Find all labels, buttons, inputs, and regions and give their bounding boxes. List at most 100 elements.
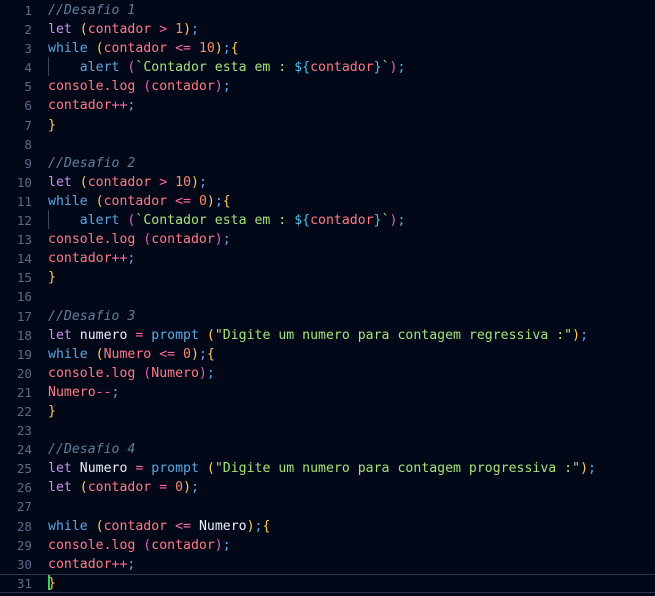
token-comment: //Desafio 3 (48, 308, 136, 324)
token-interp: } (373, 213, 382, 229)
code-line[interactable]: 11 while (contador <= 0);{ (0, 192, 655, 211)
token-num: 0 (175, 480, 184, 496)
token-punct: ; (222, 537, 231, 553)
code-line-content[interactable]: console.log (contador); (40, 536, 655, 555)
code-line[interactable]: 10 let (contador > 10); (0, 173, 655, 192)
code-line[interactable]: 17 //Desafio 3 (0, 307, 655, 326)
code-line[interactable]: 12 alert (`Contador esta em : ${contador… (0, 210, 655, 230)
token-prop: .log (103, 232, 136, 248)
code-line-content[interactable]: //Desafio 2 (40, 154, 655, 173)
code-line-content[interactable]: let Numero = prompt ("Digite um numero p… (40, 459, 655, 478)
line-number: 13 (16, 232, 32, 248)
code-line[interactable]: 4 alert (`Contador esta em : ${contador}… (0, 57, 655, 77)
code-line[interactable]: 5 console.log (contador); (0, 77, 655, 96)
token-punct: ; (222, 79, 231, 95)
code-line[interactable]: 9 //Desafio 2 (0, 154, 655, 173)
token-plain2: numero (79, 327, 128, 343)
token-op: ++ (111, 556, 128, 572)
token-punct: ; (127, 251, 136, 267)
token-interp: ${ (294, 60, 311, 76)
code-line[interactable]: 23 (0, 421, 655, 440)
code-editor[interactable]: 1//Desafio 1 2 let (contador > 1); 3 while (… (0, 0, 655, 596)
code-line[interactable]: 16 (0, 287, 655, 306)
token-keyword: let (48, 327, 72, 343)
code-line-content[interactable]: //Desafio 3 (40, 307, 655, 326)
code-line[interactable]: 3 while (contador <= 10);{ (0, 39, 655, 58)
token-var: contador (310, 60, 374, 76)
code-line-content[interactable]: alert (`Contador esta em : ${contador}`)… (40, 57, 655, 77)
code-line[interactable]: 13 console.log (contador); (0, 230, 655, 249)
line-number: 31 (16, 575, 32, 591)
token-paren: ( (95, 346, 104, 362)
token-var: contador (310, 213, 374, 229)
token-var: Numero (151, 365, 199, 381)
code-line-content[interactable]: } (40, 402, 655, 421)
code-line-content[interactable]: let (contador = 0); (40, 478, 655, 497)
code-line-content[interactable]: let (contador > 1); (40, 20, 655, 39)
code-line-content[interactable]: while (Numero <= 0);{ (40, 345, 655, 364)
line-number: 30 (16, 556, 32, 572)
code-line-content[interactable]: while (contador <= 10);{ (40, 39, 655, 58)
code-line[interactable]: 28 while (contador <= Numero);{ (0, 517, 655, 536)
token-op: <= (159, 346, 176, 362)
code-line[interactable]: 7} (0, 116, 655, 135)
token-paren: ) (214, 41, 223, 57)
code-line-content[interactable]: while (contador <= 0);{ (40, 192, 655, 211)
code-line[interactable]: 25 let Numero = prompt ("Digite um numero… (0, 459, 655, 478)
token-punct: ; (191, 22, 199, 38)
code-line[interactable]: 29 console.log (contador); (0, 536, 655, 555)
token-var: console (48, 232, 104, 248)
code-line[interactable]: 18 let numero = prompt ("Digite um numero… (0, 326, 655, 345)
code-line[interactable]: 21 Numero--; (0, 383, 655, 402)
code-line-content[interactable]: } (40, 574, 655, 593)
token-string: "Digite um numero para contagem regressi… (214, 327, 573, 343)
code-line[interactable]: 27 (0, 497, 655, 516)
code-line-active[interactable]: 31} (0, 573, 655, 593)
code-line[interactable]: 1 //Desafio 1 (0, 1, 655, 20)
token-punct: ; (111, 384, 120, 400)
code-line[interactable]: 19 while (Numero <= 0);{ (0, 345, 655, 364)
token-punct: ; (588, 461, 596, 477)
code-line-content[interactable]: } (40, 268, 655, 287)
code-line-content[interactable]: let numero = prompt ("Digite um numero p… (40, 326, 655, 345)
code-line[interactable]: 22} (0, 402, 655, 421)
code-line-content[interactable]: console.log (Numero); (40, 364, 655, 383)
code-line[interactable]: 8 (0, 135, 655, 154)
token-control: while (48, 346, 88, 362)
token-brace: } (48, 117, 56, 133)
code-line-content[interactable]: contador++; (40, 555, 655, 574)
code-line[interactable]: 26 let (contador = 0); (0, 478, 655, 497)
code-line-content[interactable]: //Desafio 1 (40, 1, 655, 20)
code-line[interactable]: 15} (0, 268, 655, 287)
token-brace: { (222, 193, 231, 209)
code-line[interactable]: 20 console.log (Numero); (0, 364, 655, 383)
code-line-content[interactable]: while (contador <= Numero);{ (40, 517, 655, 536)
token-var: contador (48, 251, 112, 267)
code-line-content[interactable]: } (40, 116, 655, 135)
token-brace: { (262, 518, 271, 534)
line-number: 14 (16, 251, 32, 267)
code-line[interactable]: 30 contador++; (0, 555, 655, 574)
code-line-content[interactable]: alert (`Contador esta em : ${contador}`)… (40, 210, 655, 230)
code-line[interactable]: 2 let (contador > 1); (0, 20, 655, 39)
token-punct: ; (198, 346, 207, 362)
code-line[interactable]: 24 //Desafio 4 (0, 440, 655, 459)
token-punct: ; (198, 174, 207, 190)
code-line-content[interactable]: contador++; (40, 249, 655, 268)
code-line-content[interactable]: let (contador > 10); (40, 173, 655, 192)
code-line[interactable]: 14 contador++; (0, 249, 655, 268)
code-line-content[interactable]: console.log (contador); (40, 77, 655, 96)
code-line-content[interactable]: contador++; (40, 96, 655, 115)
code-line-content[interactable]: Numero--; (40, 383, 655, 402)
token-paren: ) (183, 22, 192, 38)
code-line[interactable]: 6 contador++; (0, 96, 655, 115)
code-line-content[interactable]: console.log (contador); (40, 230, 655, 249)
code-line-content[interactable]: //Desafio 4 (40, 440, 655, 459)
